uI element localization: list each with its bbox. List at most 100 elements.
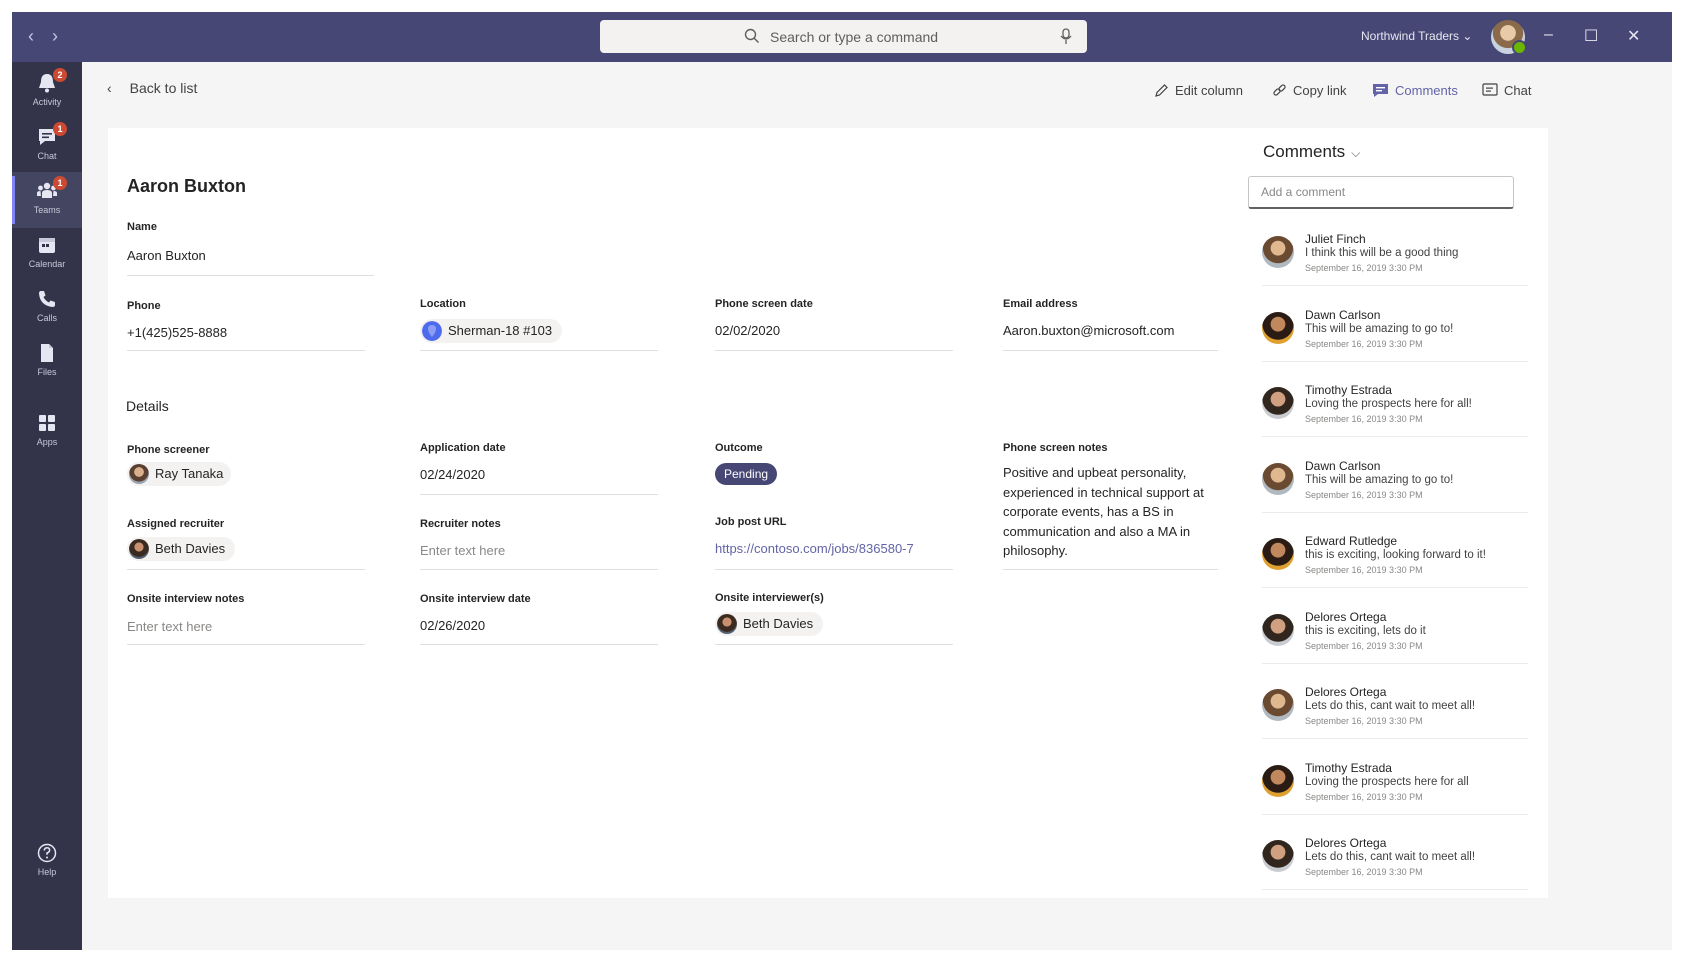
assigned-recruiter-value: Beth Davies <box>155 541 226 556</box>
chevron-down-icon: ⌵ <box>1351 146 1361 160</box>
avatar <box>1262 613 1294 646</box>
minimize-button[interactable]: – <box>1544 26 1553 44</box>
rail-item-activity[interactable]: 2 Activity <box>12 64 82 120</box>
location-pill[interactable]: Sherman-18 #103 <box>420 319 562 343</box>
add-comment-input[interactable]: Add a comment <box>1248 176 1514 209</box>
record-title: Aaron Buxton <box>127 176 246 196</box>
rail-item-teams[interactable]: 1 Teams <box>12 172 82 228</box>
rail-label: Calls <box>36 313 57 323</box>
comment-divider <box>1262 285 1528 286</box>
phone-icon <box>39 291 55 307</box>
avatar <box>1262 387 1294 419</box>
avatar <box>1262 538 1294 570</box>
user-avatar[interactable] <box>1491 20 1527 55</box>
help-icon <box>37 843 57 863</box>
rail-label: Activity <box>32 97 62 107</box>
onsite-interviewer-pill[interactable]: Beth Davies <box>715 612 823 636</box>
search-icon <box>744 28 759 43</box>
copy-link-button[interactable]: Copy link <box>1272 83 1346 98</box>
comment-divider <box>1262 738 1528 739</box>
onsite-interviewers-underline <box>715 644 953 645</box>
comments-panel-title[interactable]: Comments ⌵ <box>1263 142 1360 162</box>
edit-column-button[interactable]: Edit column <box>1154 83 1243 98</box>
comment-timestamp: September 16, 2019 3:30 PM <box>1305 489 1423 500</box>
rail-item-calendar[interactable]: Calendar <box>12 226 82 282</box>
comment-text: Loving the prospects here for all! <box>1305 398 1472 410</box>
name-underline <box>127 275 374 276</box>
comment-author: Timothy Estrada <box>1305 383 1392 397</box>
job-post-url-link[interactable]: https://contoso.com/jobs/836580-7 <box>715 541 914 556</box>
avatar <box>1262 462 1294 495</box>
comment-divider <box>1262 662 1528 664</box>
phone-screen-notes-field[interactable]: Positive and upbeat personality, experie… <box>1003 463 1218 561</box>
onsite-interview-notes-field[interactable]: Enter text here <box>127 619 212 634</box>
comment-author: Edward Rutledge <box>1305 534 1398 548</box>
recruiter-notes-field[interactable]: Enter text here <box>420 543 505 558</box>
phone-field[interactable]: +1(425)525-8888 <box>127 325 227 340</box>
comment-item: Dawn Carlson This will be amazing to go t… <box>1262 453 1528 529</box>
chat-badge: 1 <box>53 122 67 136</box>
chevron-left-icon: ‹ <box>107 80 112 96</box>
name-field[interactable]: Aaron Buxton <box>127 248 206 263</box>
onsite-interview-date-field[interactable]: 02/26/2020 <box>420 618 485 633</box>
phone-label: Phone <box>127 300 161 312</box>
rail-label: Files <box>37 367 57 377</box>
comment-author: Timothy Estrada <box>1305 760 1392 775</box>
search-box[interactable]: Search or type a command <box>600 20 1087 53</box>
phone-screen-date-label: Phone screen date <box>715 298 813 310</box>
onsite-interview-notes-underline <box>127 644 365 645</box>
copy-link-label: Copy link <box>1293 83 1347 98</box>
avatar <box>1262 689 1294 721</box>
comment-author: Delores Ortega <box>1305 836 1387 850</box>
back-to-list-label: Back to list <box>129 80 198 96</box>
comment-timestamp: September 16, 2019 3:30 PM <box>1305 338 1423 349</box>
phone-screen-date-field[interactable]: 02/02/2020 <box>715 323 780 338</box>
comment-timestamp: September 16, 2019 3:30 PM <box>1305 716 1423 726</box>
phone-screener-pill[interactable]: Ray Tanaka <box>127 462 231 486</box>
onsite-interviewers-label: Onsite interviewer(s) <box>715 592 824 604</box>
comment-divider <box>1262 889 1528 890</box>
rail-label: Calendar <box>28 259 66 269</box>
teams-badge: 1 <box>53 176 67 190</box>
comment-item: Timothy Estrada Loving the prospects here… <box>1262 377 1528 453</box>
microphone-icon[interactable] <box>1059 28 1073 45</box>
outcome-label: Outcome <box>715 442 763 454</box>
content-header: ‹ Back to list Edit column Copy link Comm… <box>82 62 1672 118</box>
rail-label: Help <box>37 867 57 877</box>
forward-arrow-icon[interactable]: › <box>52 26 58 47</box>
record-details-card: Aaron Buxton Name Aaron Buxton Phone +1(… <box>108 128 1548 898</box>
comment-author: Dawn Carlson <box>1305 458 1381 473</box>
comments-button[interactable]: Comments <box>1372 83 1458 98</box>
comment-text: this is exciting, lets do it <box>1305 624 1426 637</box>
teams-window: ‹ › Search or type a command Northwind T… <box>12 12 1672 950</box>
org-switcher[interactable]: Northwind Traders ⌄ <box>1361 29 1472 43</box>
comments-label: Comments <box>1395 83 1458 98</box>
rail-item-apps[interactable]: Apps <box>12 404 82 460</box>
comment-author: Juliet Finch <box>1305 232 1366 246</box>
onsite-interview-date-label: Onsite interview date <box>420 593 531 605</box>
comment-item: Delores Ortega this is exciting, lets do … <box>1262 604 1528 680</box>
link-icon <box>1273 84 1286 96</box>
rail-item-chat[interactable]: 1 Chat <box>12 118 82 174</box>
avatar <box>717 614 737 634</box>
pencil-icon <box>1155 84 1168 97</box>
comment-divider <box>1262 360 1528 362</box>
back-to-list-button[interactable]: ‹ Back to list <box>107 80 197 96</box>
chat-outline-icon <box>1482 83 1498 96</box>
rail-item-help[interactable]: Help <box>12 834 82 890</box>
onsite-interview-date-underline <box>420 644 658 645</box>
rail-item-calls[interactable]: Calls <box>12 280 82 336</box>
maximize-button[interactable]: ☐ <box>1584 26 1598 46</box>
rail-item-files[interactable]: Files <box>12 334 82 390</box>
email-field[interactable]: Aaron.buxton@microsoft.com <box>1003 323 1174 338</box>
calendar-icon <box>39 238 55 253</box>
application-date-field[interactable]: 02/24/2020 <box>420 467 485 482</box>
comment-text: Loving the prospects here for all <box>1305 775 1469 788</box>
assigned-recruiter-pill[interactable]: Beth Davies <box>127 537 235 561</box>
outcome-status-badge[interactable]: Pending <box>715 463 778 485</box>
back-arrow-icon[interactable]: ‹ <box>28 26 34 47</box>
location-label: Location <box>420 298 466 310</box>
comment-icon <box>1373 84 1388 97</box>
close-button[interactable]: ✕ <box>1627 26 1640 46</box>
chat-button[interactable]: Chat <box>1482 83 1531 98</box>
